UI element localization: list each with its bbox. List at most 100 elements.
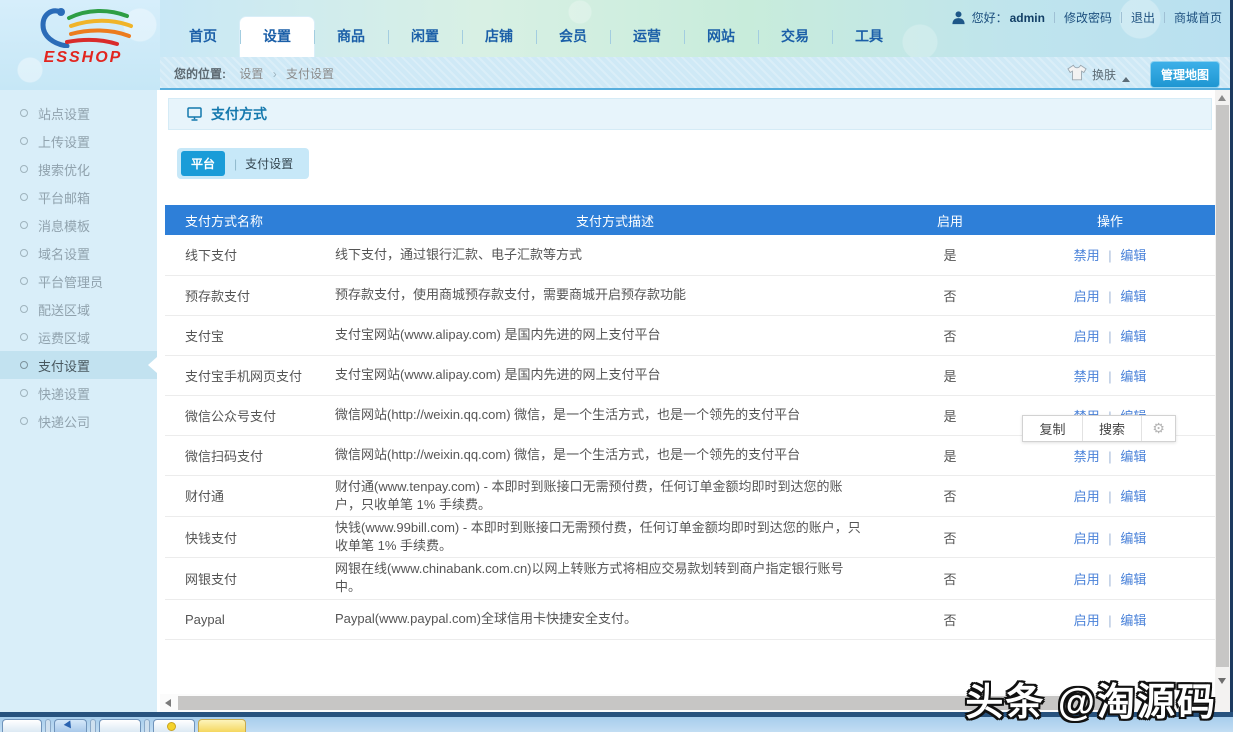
breadcrumb-label: 您的位置: <box>174 67 226 81</box>
admin-panel-window: ESSHOP 首页 设置 商品 闲置 店铺 会员 运营 网站 交易 <box>0 0 1233 732</box>
esshop-logo[interactable]: ESSHOP <box>28 4 138 67</box>
context-menu-copy[interactable]: 复制 <box>1023 416 1082 441</box>
toggle-enable-link[interactable]: 启用 <box>1074 489 1100 504</box>
skin-label: 换肤 <box>1092 66 1116 83</box>
sidebar-item[interactable]: 消息模板 <box>0 211 157 239</box>
breadcrumb-item-settings[interactable]: 设置 <box>239 67 263 81</box>
chevron-right-icon: › <box>273 67 277 81</box>
scroll-down-arrow-icon[interactable] <box>1218 678 1226 684</box>
app-dot-icon <box>167 722 176 731</box>
tab-platform[interactable]: 平台 <box>181 151 225 176</box>
nav-tab[interactable]: 首页 <box>166 17 240 57</box>
row-actions: 启用 | 编辑 <box>1005 475 1215 516</box>
scroll-left-arrow-icon[interactable] <box>165 699 171 707</box>
sidebar-item[interactable]: 支付设置 <box>0 351 157 379</box>
nav-tab[interactable]: 会员 <box>536 17 610 57</box>
toggle-enable-link[interactable]: 禁用 <box>1074 449 1100 464</box>
row-actions: 启用 | 编辑 <box>1005 315 1215 355</box>
taskbar-window-button[interactable] <box>198 719 246 732</box>
taskbar-window-button[interactable] <box>153 719 195 732</box>
toggle-enable-link[interactable]: 启用 <box>1074 572 1100 587</box>
context-menu: 复制 搜索 ⚙ <box>1022 415 1176 442</box>
table-row: 财付通 财付通(www.tenpay.com) - 本即时到账接口无需预付费，任… <box>165 475 1215 516</box>
vertical-scrollbar-thumb[interactable] <box>1216 105 1229 667</box>
toggle-enable-link[interactable]: 启用 <box>1074 531 1100 546</box>
nav-tab[interactable]: 交易 <box>758 17 832 57</box>
sidebar-item[interactable]: 快递设置 <box>0 379 157 407</box>
edit-link[interactable]: 编辑 <box>1120 369 1146 384</box>
taskbar-window-button[interactable] <box>90 719 96 732</box>
payment-name: 快钱支付 <box>165 516 335 557</box>
watermark: 头条 @淘源码 <box>965 671 1217 726</box>
taskbar-window-button[interactable] <box>99 719 141 732</box>
row-actions: 启用 | 编辑 <box>1005 599 1215 639</box>
username: admin <box>1010 11 1045 25</box>
edit-link[interactable]: 编辑 <box>1120 613 1146 628</box>
nav-tab[interactable]: 网站 <box>684 17 758 57</box>
row-actions: 启用 | 编辑 <box>1005 516 1215 557</box>
nav-tab[interactable]: 运营 <box>610 17 684 57</box>
edit-link[interactable]: 编辑 <box>1120 531 1146 546</box>
taskbar-window-button[interactable] <box>2 719 42 732</box>
selected-skin-marker-icon <box>1122 77 1130 82</box>
gear-icon[interactable]: ⚙ <box>1141 416 1175 441</box>
enabled-status: 否 <box>895 599 1005 639</box>
action-divider: | <box>1108 329 1111 344</box>
payment-description: 快钱(www.99bill.com) - 本即时到账接口无需预付费，任何订单金额… <box>335 516 895 557</box>
mall-home-link[interactable]: 商城首页 <box>1174 9 1222 26</box>
enabled-status: 否 <box>895 558 1005 599</box>
page-title: 支付方式 <box>211 104 267 124</box>
vertical-scrollbar[interactable] <box>1215 90 1230 712</box>
change-password-link[interactable]: 修改密码 <box>1064 9 1112 26</box>
enabled-status: 否 <box>895 516 1005 557</box>
breadcrumb-item-payment[interactable]: 支付设置 <box>286 67 334 81</box>
sidebar-item[interactable]: 搜索优化 <box>0 155 157 183</box>
sidebar-item[interactable]: 上传设置 <box>0 127 157 155</box>
payment-description: 支付宝网站(www.alipay.com) 是国内先进的网上支付平台 <box>335 315 895 355</box>
enabled-status: 否 <box>895 315 1005 355</box>
context-menu-search[interactable]: 搜索 <box>1082 416 1141 441</box>
payment-name: 微信扫码支付 <box>165 435 335 475</box>
edit-link[interactable]: 编辑 <box>1120 248 1146 263</box>
taskbar-window-button[interactable] <box>45 719 51 732</box>
enabled-status: 否 <box>895 475 1005 516</box>
taskbar-window-button[interactable] <box>54 719 87 732</box>
edit-link[interactable]: 编辑 <box>1120 572 1146 587</box>
enabled-status: 否 <box>895 275 1005 315</box>
divider <box>1121 12 1122 23</box>
tab-divider: | <box>234 157 237 171</box>
toggle-enable-link[interactable]: 启用 <box>1074 613 1100 628</box>
sidebar-item[interactable]: 运费区域 <box>0 323 157 351</box>
toggle-enable-link[interactable]: 启用 <box>1074 329 1100 344</box>
taskbar-window-button[interactable] <box>144 719 150 732</box>
toggle-enable-link[interactable]: 启用 <box>1074 289 1100 304</box>
sidebar-item[interactable]: 域名设置 <box>0 239 157 267</box>
edit-link[interactable]: 编辑 <box>1120 449 1146 464</box>
sidebar-item[interactable]: 站点设置 <box>0 99 157 127</box>
column-header-enabled: 启用 <box>895 205 1005 235</box>
sidebar-item[interactable]: 快递公司 <box>0 407 157 435</box>
toggle-enable-link[interactable]: 禁用 <box>1074 248 1100 263</box>
payment-description: 微信网站(http://weixin.qq.com) 微信，是一个生活方式，也是… <box>335 435 895 475</box>
nav-tab[interactable]: 商品 <box>314 17 388 57</box>
sidebar-item[interactable]: 配送区域 <box>0 295 157 323</box>
edit-link[interactable]: 编辑 <box>1120 489 1146 504</box>
manage-map-button[interactable]: 管理地图 <box>1150 61 1220 88</box>
column-header-name: 支付方式名称 <box>165 205 335 235</box>
row-actions: 禁用 | 编辑 <box>1005 235 1215 275</box>
logout-link[interactable]: 退出 <box>1131 9 1155 26</box>
nav-tab[interactable]: 店铺 <box>462 17 536 57</box>
sidebar-item[interactable]: 平台管理员 <box>0 267 157 295</box>
edit-link[interactable]: 编辑 <box>1120 329 1146 344</box>
table-row: 支付宝 支付宝网站(www.alipay.com) 是国内先进的网上支付平台 否… <box>165 315 1215 355</box>
scroll-up-arrow-icon[interactable] <box>1218 95 1226 101</box>
toggle-enable-link[interactable]: 禁用 <box>1074 369 1100 384</box>
sidebar-item[interactable]: 平台邮箱 <box>0 183 157 211</box>
enabled-status: 是 <box>895 395 1005 435</box>
tab-payment-settings[interactable]: 支付设置 <box>239 151 305 176</box>
nav-tab[interactable]: 设置 <box>240 17 314 57</box>
edit-link[interactable]: 编辑 <box>1120 289 1146 304</box>
nav-tab[interactable]: 闲置 <box>388 17 462 57</box>
nav-tab[interactable]: 工具 <box>832 17 906 57</box>
peacock-logo-icon <box>31 4 135 48</box>
